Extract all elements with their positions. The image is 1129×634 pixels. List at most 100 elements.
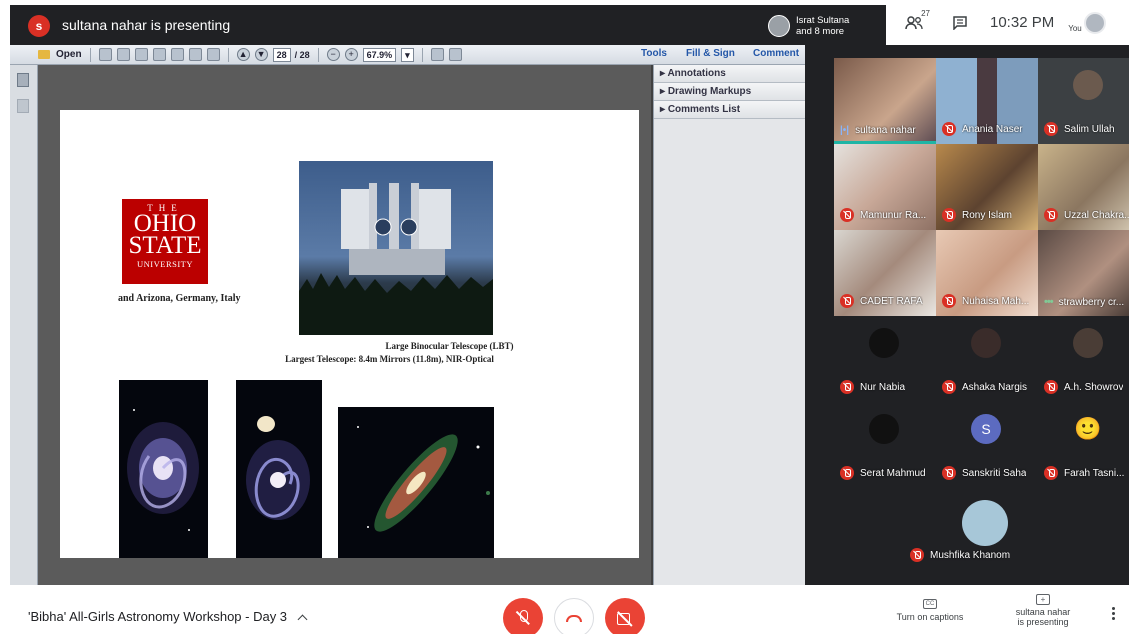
create-pdf-icon[interactable]: [98, 48, 112, 61]
page-thumbnails-icon[interactable]: [17, 73, 29, 87]
self-avatar[interactable]: [1083, 11, 1106, 34]
participant-avatar: [962, 500, 1008, 546]
open-label: Open: [56, 49, 82, 60]
fill-sign-menu[interactable]: Fill & Sign: [686, 48, 735, 59]
chat-icon: [953, 16, 967, 30]
chevron-up-icon: [297, 614, 308, 625]
edge-on-galaxy-photo: [338, 407, 494, 558]
osu-caption: and Arizona, Germany, Italy: [118, 293, 241, 304]
meet-window: s sultana nahar is presenting Israt Sult…: [0, 0, 1129, 634]
viewer-avatar: [768, 15, 790, 37]
presenting-button[interactable]: + sultana nahar is presenting: [1005, 594, 1081, 627]
page-number-input[interactable]: 28: [272, 47, 291, 62]
participant-tile[interactable]: Rony Islam: [936, 144, 1038, 230]
mic-muted-icon: [840, 380, 854, 394]
captions-icon: CC: [923, 599, 937, 609]
open-button[interactable]: Open: [38, 49, 82, 60]
mic-muted-icon: [1044, 466, 1058, 480]
whirlpool-galaxy-photo: [236, 380, 322, 558]
folder-icon: [38, 50, 50, 59]
comments-list-panel-item[interactable]: ▸ Comments List: [654, 101, 805, 119]
cloud-icon[interactable]: [152, 48, 166, 61]
participant-tile[interactable]: Salim Ullah: [1038, 58, 1129, 144]
zoom-dropdown-icon[interactable]: ▾: [401, 47, 414, 62]
pdf-toolbar: Open ▲ ▼ 28 / 28 − + 67.9% ▾ Tools Fill …: [10, 45, 805, 65]
prev-page-icon[interactable]: ▲: [236, 48, 250, 61]
people-count: 27: [921, 8, 930, 18]
participant-avatar: [1073, 70, 1103, 100]
zoom-input[interactable]: 67.9%: [362, 47, 397, 62]
participant-tile[interactable]: Nuhaisa Mah...: [936, 230, 1038, 316]
mic-muted-icon: [942, 466, 956, 480]
participant-avatar: 🙂: [1074, 416, 1102, 441]
leave-call-button[interactable]: [554, 598, 594, 634]
mic-muted-icon: [840, 294, 854, 308]
people-icon: [905, 15, 923, 29]
comment-menu[interactable]: Comment: [753, 48, 799, 59]
combine-icon[interactable]: [116, 48, 130, 61]
comment-side-panel: ▸ Annotations ▸ Drawing Markups ▸ Commen…: [653, 65, 805, 585]
mic-muted-icon: [1044, 208, 1058, 222]
fit-page-icon[interactable]: [430, 48, 444, 61]
attachments-icon[interactable]: [17, 99, 29, 113]
participant-tile[interactable]: Mamunur Ra...: [834, 144, 936, 230]
spiral-galaxy-photo-1: [119, 380, 208, 558]
zoom-out-icon[interactable]: −: [326, 48, 340, 61]
presenting-line2: is presenting: [1017, 617, 1069, 627]
participant-tile[interactable]: CADET RAFA: [834, 230, 936, 316]
mic-muted-icon: [942, 208, 956, 222]
participant-tile[interactable]: Serat Mahmud: [834, 402, 936, 488]
participant-tile[interactable]: |•| sultana nahar: [834, 58, 936, 144]
participant-tile[interactable]: Ashaka Nargis: [936, 316, 1038, 402]
next-page-icon[interactable]: ▼: [254, 48, 268, 61]
participant-tile[interactable]: 🙂 Farah Tasni...: [1038, 402, 1129, 488]
save-icon[interactable]: [170, 48, 184, 61]
annotations-panel-item[interactable]: ▸ Annotations: [654, 65, 805, 83]
people-button[interactable]: 27: [898, 7, 930, 39]
osu-logo: THE OHIO STATE UNIVERSITY: [122, 199, 208, 284]
lbt-caption-title: Large Binocular Telescope (LBT): [385, 341, 514, 351]
participant-avatar: [869, 414, 899, 444]
page-total: / 28: [294, 49, 310, 60]
participant-tile[interactable]: A.h. Showrov: [1038, 316, 1129, 402]
participant-avatar: [1073, 328, 1103, 358]
more-options-icon[interactable]: [1112, 607, 1115, 621]
top-right-controls: 27 10:32 PM You: [886, 0, 1129, 45]
viewers-line1: Israt Sultana: [796, 15, 850, 26]
participant-tile[interactable]: S Sanskriti Saha: [936, 402, 1038, 488]
camera-toggle-button[interactable]: [605, 598, 645, 634]
chat-button[interactable]: [944, 7, 976, 39]
print-icon[interactable]: [188, 48, 202, 61]
zoom-in-icon[interactable]: +: [344, 48, 358, 61]
participant-tile[interactable]: Mushfika Khanom: [904, 488, 1068, 570]
shared-screen: Open ▲ ▼ 28 / 28 − + 67.9% ▾ Tools Fill …: [10, 45, 805, 585]
captions-button[interactable]: CC Turn on captions: [890, 597, 970, 622]
drawing-markups-panel-item[interactable]: ▸ Drawing Markups: [654, 83, 805, 101]
mic-muted-icon: [1044, 122, 1058, 136]
viewers-chip[interactable]: Israt Sultana and 8 more: [768, 12, 886, 40]
fullscreen-icon[interactable]: [448, 48, 462, 61]
mic-muted-icon: [910, 548, 924, 562]
pdf-page: THE OHIO STATE UNIVERSITY and Arizona, G…: [60, 110, 639, 558]
email-icon[interactable]: [206, 48, 220, 61]
participant-tile[interactable]: Anania Naser: [936, 58, 1038, 144]
edit-icon[interactable]: [134, 48, 148, 61]
participant-grid: |•| sultana nahar Anania Naser Salim Ulla…: [805, 45, 1129, 585]
navigation-pane: [10, 65, 38, 585]
you-label: You: [1068, 24, 1082, 33]
document-view[interactable]: THE OHIO STATE UNIVERSITY and Arizona, G…: [38, 65, 651, 585]
presenting-status-text: sultana nahar is presenting: [62, 17, 231, 33]
clock: 10:32 PM: [990, 14, 1055, 31]
meeting-title: 'Bibha' All-Girls Astronomy Workshop - D…: [28, 609, 288, 624]
tools-menu[interactable]: Tools: [641, 48, 667, 59]
participant-tile[interactable]: ••• strawberry cr...: [1038, 230, 1129, 316]
mic-muted-icon: [840, 466, 854, 480]
meeting-details-button[interactable]: 'Bibha' All-Girls Astronomy Workshop - D…: [28, 609, 308, 625]
presenting-line1: sultana nahar: [1015, 607, 1071, 617]
participant-tile[interactable]: Nur Nabia: [834, 316, 936, 402]
participant-tile[interactable]: Uzzal Chakra...: [1038, 144, 1129, 230]
microphone-toggle-button[interactable]: [503, 598, 543, 634]
mic-muted-icon: [1044, 380, 1058, 394]
bottom-bar: 'Bibha' All-Girls Astronomy Workshop - D…: [0, 585, 1129, 634]
lbt-caption-detail: Largest Telescope: 8.4m Mirrors (11.8m),…: [285, 354, 494, 364]
